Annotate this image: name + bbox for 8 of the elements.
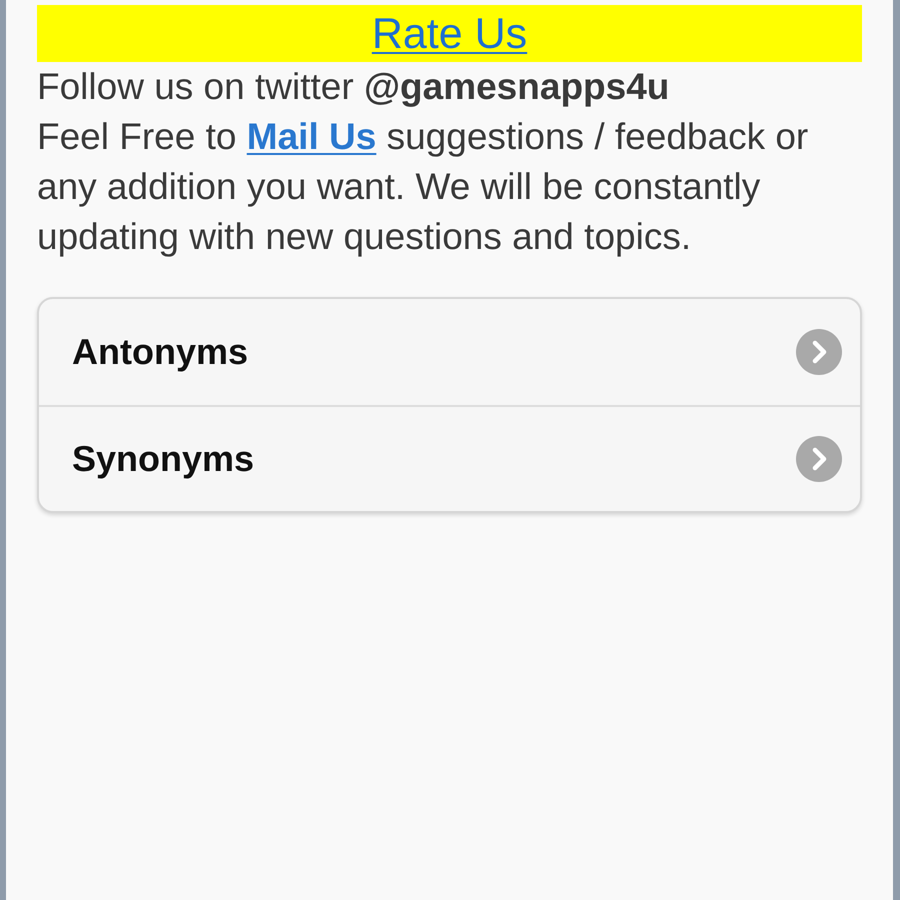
follow-text: Follow us on twitter @gamesnapps4u <box>37 65 670 109</box>
feedback-paragraph: Feel Free to Mail Us suggestions / feedback or any addition you want. We will be constantly updating with new questions and topics. <box>37 115 810 259</box>
chevron-right-icon <box>796 329 842 375</box>
list-item[interactable]: Synonyms <box>39 405 860 511</box>
list-item[interactable]: Antonyms <box>39 299 860 405</box>
rate-us-link[interactable]: Rate Us <box>372 8 528 58</box>
mail-us-link[interactable]: Mail Us <box>246 116 376 157</box>
chevron-right-icon <box>796 436 842 482</box>
